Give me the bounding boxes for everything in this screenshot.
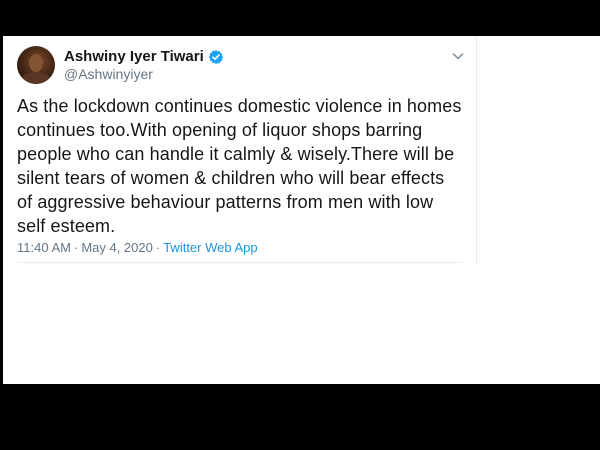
tweet-time[interactable]: 11:40 AM	[17, 240, 71, 255]
tweet-source-link[interactable]: Twitter Web App	[163, 240, 257, 255]
author-name-row: Ashwiny Iyer Tiwari	[64, 48, 224, 66]
tweet-date[interactable]: May 4, 2020	[81, 240, 153, 255]
avatar[interactable]	[17, 46, 55, 84]
tweet-card: Ashwiny Iyer Tiwari @Ashwinyiyer As the …	[5, 36, 477, 264]
author-handle[interactable]: @Ashwinyiyer	[64, 66, 153, 83]
chevron-down-icon[interactable]	[450, 48, 466, 64]
meta-separator-2: ·	[155, 240, 161, 255]
tweet-meta: 11:40 AM · May 4, 2020 · Twitter Web App	[17, 240, 258, 256]
author-display-name[interactable]: Ashwiny Iyer Tiwari	[64, 48, 204, 66]
tweet-divider	[17, 262, 463, 263]
tweet-canvas: Ashwiny Iyer Tiwari @Ashwinyiyer As the …	[3, 36, 600, 384]
black-frame: Ashwiny Iyer Tiwari @Ashwinyiyer As the …	[0, 0, 600, 450]
avatar-shoulders	[21, 72, 51, 84]
avatar-face	[29, 54, 43, 72]
verified-badge-icon	[208, 49, 224, 65]
meta-separator: ·	[73, 240, 79, 255]
tweet-text: As the lockdown continues domestic viole…	[17, 96, 462, 236]
